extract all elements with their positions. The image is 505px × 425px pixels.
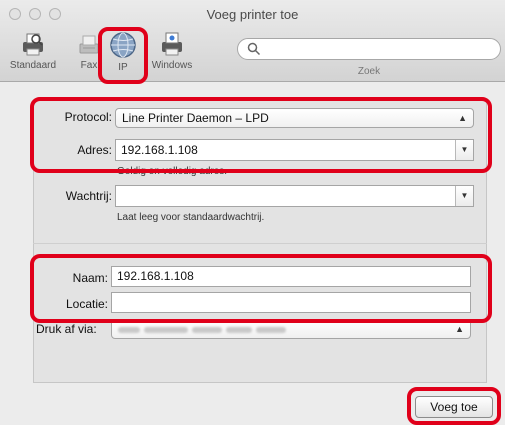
toolbar-item-label: Windows bbox=[151, 60, 193, 71]
toolbar-item-standaard[interactable]: Standaard bbox=[6, 30, 60, 80]
search-field[interactable] bbox=[237, 38, 501, 60]
adres-combobox[interactable]: 192.168.1.108 ▼ bbox=[115, 139, 474, 161]
toolbar-item-fax[interactable]: Fax bbox=[74, 30, 104, 80]
protocol-popup[interactable]: Line Printer Daemon – LPD ▲ bbox=[115, 108, 474, 128]
add-printer-button[interactable]: Voeg toe bbox=[415, 396, 493, 418]
fax-icon bbox=[79, 35, 99, 54]
windows-printer-icon bbox=[162, 32, 182, 56]
default-printer-icon bbox=[23, 33, 43, 56]
locatie-label: Locatie: bbox=[65, 297, 108, 311]
updown-arrows-icon: ▲ bbox=[455, 324, 464, 334]
window-title: Voeg printer toe bbox=[206, 7, 299, 22]
toolbar-item-label: IP bbox=[118, 62, 128, 73]
protocol-label: Protocol: bbox=[64, 110, 112, 124]
wachtrij-hint: Laat leeg voor standaardwachtrij. bbox=[117, 212, 265, 223]
search-label: Zoek bbox=[357, 66, 381, 77]
updown-arrows-icon: ▲ bbox=[458, 113, 467, 123]
ip-globe-icon bbox=[110, 32, 136, 58]
adres-hint: Geldig en volledig adres. bbox=[117, 166, 228, 177]
naam-field[interactable]: 192.168.1.108 bbox=[111, 266, 471, 287]
toolbar-item-label: Fax bbox=[80, 60, 98, 71]
toolbar-item-windows[interactable]: Windows bbox=[148, 30, 196, 80]
wachtrij-label: Wachtrij: bbox=[65, 189, 112, 203]
blurred-driver-name bbox=[118, 322, 290, 336]
add-printer-window: Voeg printer toe Standaard Fax IP Window… bbox=[0, 0, 505, 425]
adres-label: Adres: bbox=[77, 143, 112, 157]
locatie-field[interactable] bbox=[111, 292, 471, 313]
toolbar-item-ip[interactable]: IP bbox=[103, 30, 143, 80]
title-toolbar-bar: Voeg printer toe Standaard Fax IP Window… bbox=[0, 0, 505, 82]
wachtrij-combobox[interactable]: ▼ bbox=[115, 185, 474, 207]
naam-label: Naam: bbox=[72, 271, 108, 285]
chevron-down-icon[interactable]: ▼ bbox=[455, 186, 473, 206]
toolbar-item-label: Standaard bbox=[9, 60, 57, 71]
druk-af-via-label: Druk af via: bbox=[36, 322, 97, 336]
protocol-value: Line Printer Daemon – LPD bbox=[122, 111, 269, 125]
druk-af-via-popup[interactable]: ▲ bbox=[111, 319, 471, 339]
chevron-down-icon[interactable]: ▼ bbox=[455, 140, 473, 160]
section-divider bbox=[33, 243, 487, 244]
search-icon bbox=[247, 42, 261, 56]
adres-value: 192.168.1.108 bbox=[121, 143, 198, 157]
